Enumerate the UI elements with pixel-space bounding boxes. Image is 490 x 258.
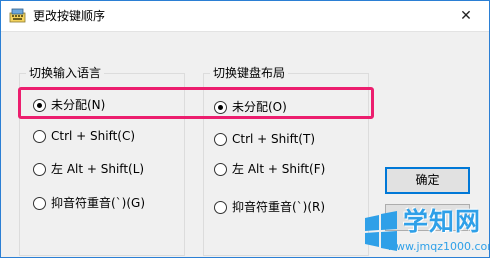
keyboard-layout-group-title: 切换键盘布局 — [210, 65, 289, 81]
radio-layout-ctrl-shift[interactable]: Ctrl + Shift(T) — [214, 130, 315, 148]
radio-input-unassigned[interactable]: 未分配(N) — [33, 96, 105, 114]
radio-label: 抑音符重音(`)(G) — [51, 196, 146, 210]
radio-button[interactable] — [33, 162, 46, 176]
radio-label: 未分配(O) — [232, 100, 287, 114]
dialog-body: 切换输入语言 未分配(N) Ctrl + Shift(C) 左 Alt + Sh… — [1, 31, 489, 257]
radio-label: Ctrl + Shift(T) — [232, 132, 316, 146]
radio-button[interactable] — [214, 132, 227, 146]
radio-layout-left-alt-shift[interactable]: 左 Alt + Shift(F) — [214, 160, 325, 178]
radio-button[interactable] — [33, 196, 46, 210]
radio-button[interactable] — [214, 162, 227, 176]
input-language-group-title: 切换输入语言 — [26, 65, 105, 81]
radio-label: 抑音符重音(`)(R) — [232, 200, 326, 214]
radio-button[interactable] — [33, 98, 46, 112]
radio-label: 未分配(N) — [51, 98, 106, 112]
radio-layout-unassigned[interactable]: 未分配(O) — [214, 98, 287, 116]
radio-input-ctrl-shift[interactable]: Ctrl + Shift(C) — [33, 127, 135, 145]
radio-input-grave-accent[interactable]: 抑音符重音(`)(G) — [33, 194, 145, 212]
radio-button[interactable] — [214, 100, 227, 114]
radio-label: Ctrl + Shift(C) — [51, 129, 136, 143]
radio-layout-grave-accent[interactable]: 抑音符重音(`)(R) — [214, 198, 325, 216]
change-key-sequence-dialog: 更改按键顺序 ✕ 切换输入语言 未分配(N) Ctrl + Shift(C) 左… — [0, 0, 490, 258]
title-bar: 更改按键顺序 ✕ — [1, 1, 489, 31]
ok-button-label: 确定 — [415, 173, 440, 187]
close-icon: ✕ — [460, 8, 472, 24]
radio-label: 左 Alt + Shift(F) — [232, 162, 326, 176]
ok-button[interactable]: 确定 — [385, 167, 470, 194]
radio-label: 左 Alt + Shift(L) — [51, 162, 145, 176]
keyboard-layout-group: 切换键盘布局 未分配(O) Ctrl + Shift(T) 左 Alt + Sh… — [203, 65, 369, 256]
close-button[interactable]: ✕ — [443, 1, 489, 31]
radio-input-left-alt-shift[interactable]: 左 Alt + Shift(L) — [33, 160, 144, 178]
cancel-button[interactable] — [385, 204, 470, 231]
radio-button[interactable] — [33, 129, 46, 143]
keyboard-icon — [9, 8, 26, 23]
radio-button[interactable] — [214, 200, 227, 214]
input-language-group: 切换输入语言 未分配(N) Ctrl + Shift(C) 左 Alt + Sh… — [19, 65, 185, 256]
window-title: 更改按键顺序 — [33, 9, 106, 23]
